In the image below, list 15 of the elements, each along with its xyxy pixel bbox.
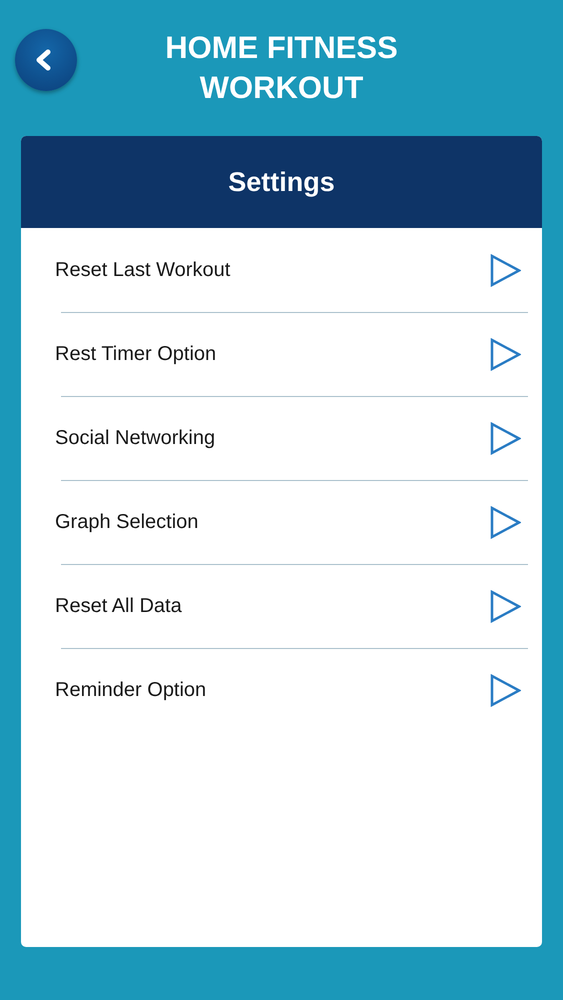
settings-item[interactable]: Reset Last Workout [21, 228, 542, 312]
play-triangle-icon [490, 590, 521, 622]
play-triangle-icon [490, 338, 521, 370]
play-triangle-icon [490, 254, 521, 286]
settings-item[interactable]: Reminder Option [21, 648, 542, 732]
back-button[interactable] [15, 29, 77, 91]
settings-item[interactable]: Rest Timer Option [21, 312, 542, 396]
settings-item[interactable]: Social Networking [21, 396, 542, 480]
panel-title: Settings [21, 136, 542, 228]
play-triangle-icon [490, 506, 521, 538]
app-title: HOME FITNESS WORKOUT [164, 29, 399, 107]
play-triangle-icon [490, 422, 521, 454]
play-triangle-icon [490, 674, 521, 706]
settings-item[interactable]: Reset All Data [21, 564, 542, 648]
settings-item[interactable]: Graph Selection [21, 480, 542, 564]
